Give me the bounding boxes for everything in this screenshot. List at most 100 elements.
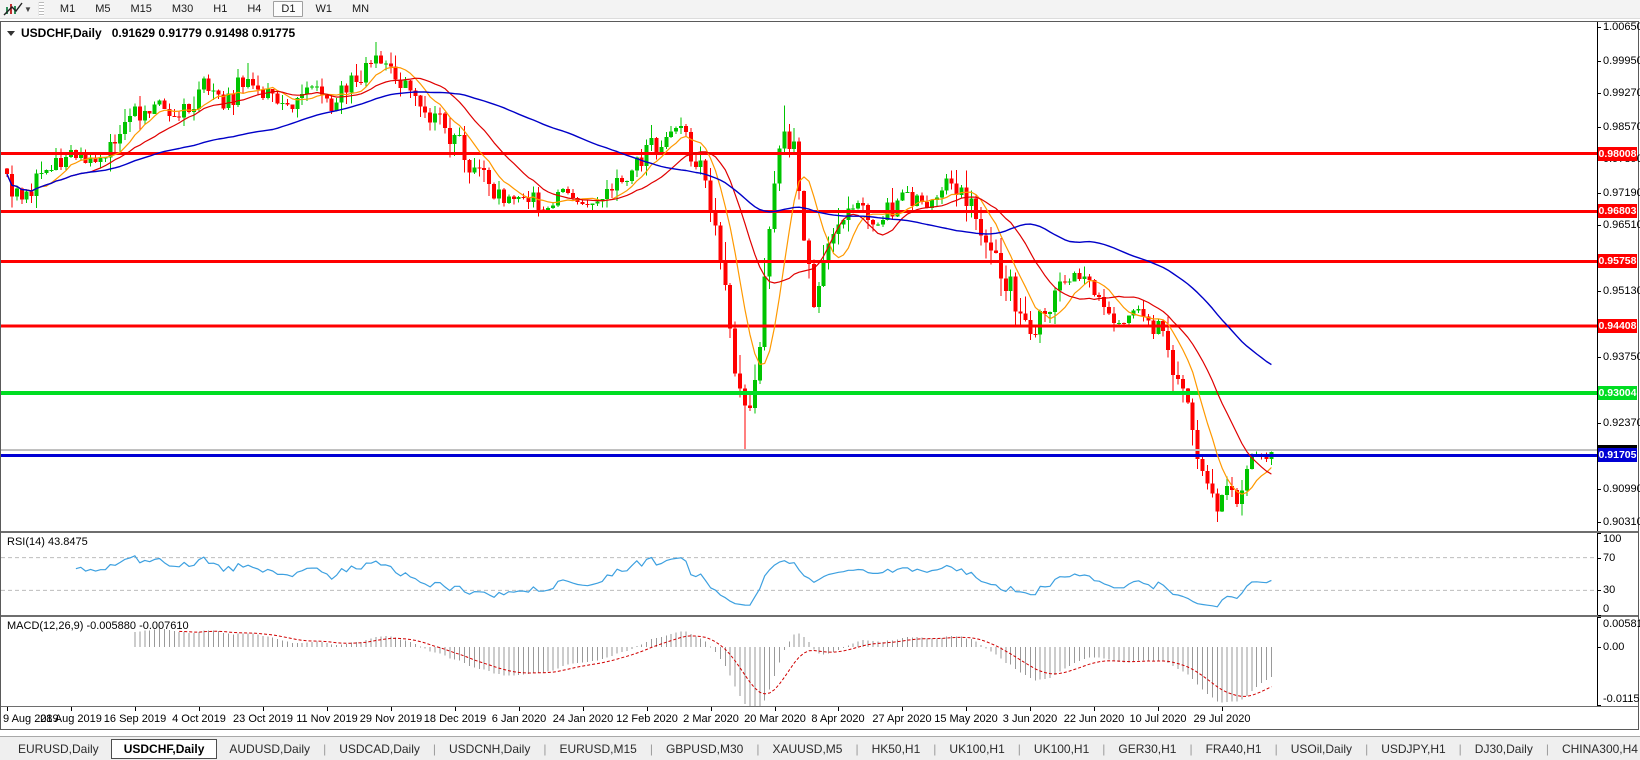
time-axis-label: 20 Mar 2020 xyxy=(744,713,806,725)
timeframe-button-m15[interactable]: M15 xyxy=(122,1,159,17)
time-axis-label: 22 Jun 2020 xyxy=(1063,713,1125,725)
macd-axis: 0.005818 0.00 -0.011514 xyxy=(1597,617,1640,706)
time-tick-mark xyxy=(1222,707,1223,711)
rsi-label: RSI(14) 43.8475 xyxy=(7,536,88,548)
price-tick-mark xyxy=(1598,291,1601,292)
price-tick-label: 0.95130 xyxy=(1603,285,1640,297)
price-line-badge: 0.94408 xyxy=(1598,319,1637,333)
chart-tab-uk100-h1[interactable]: UK100,H1 xyxy=(1022,739,1101,759)
price-line-badge: 0.98008 xyxy=(1598,147,1637,161)
chart-tab-eurusd-daily[interactable]: EURUSD,Daily xyxy=(6,739,111,759)
rsi-tick-label: 70 xyxy=(1603,552,1616,564)
time-tick-mark xyxy=(135,707,136,711)
chart-tab-gbpusd-m30[interactable]: GBPUSD,M30 xyxy=(654,739,755,759)
chart-tab-fra40-h1[interactable]: FRA40,H1 xyxy=(1194,739,1274,759)
time-tick-mark xyxy=(1030,707,1031,711)
time-axis-label: 24 Jan 2020 xyxy=(552,713,614,725)
time-axis-label: 29 Nov 2019 xyxy=(359,713,423,725)
chart-tab-audusd-daily[interactable]: AUDUSD,Daily xyxy=(217,739,322,759)
time-tick-mark xyxy=(519,707,520,711)
chart-tab-usdcad-daily[interactable]: USDCAD,Daily xyxy=(327,739,432,759)
price-tick-label: 0.98570 xyxy=(1603,121,1640,133)
rsi-tick-mark xyxy=(1598,590,1601,591)
chart-tab-china300-h4[interactable]: CHINA300,H4 xyxy=(1550,739,1640,759)
time-axis-label: 4 Oct 2019 xyxy=(172,713,226,725)
chart-tab-usdchf-daily[interactable]: USDCHF,Daily xyxy=(110,739,218,759)
time-axis-corner xyxy=(1597,707,1636,729)
chart-tab-usdcnh-daily[interactable]: USDCNH,Daily xyxy=(437,739,542,759)
price-tick-mark xyxy=(1598,27,1601,28)
time-tick-mark xyxy=(1158,707,1159,711)
timeframe-button-m1[interactable]: M1 xyxy=(52,1,83,17)
time-axis-label: 6 Jan 2020 xyxy=(491,713,547,725)
time-axis-label: 16 Sep 2019 xyxy=(103,713,167,725)
chart-tab-xauusd-m5[interactable]: XAUUSD,M5 xyxy=(760,739,854,759)
chart-tab-ger30-h1[interactable]: GER30,H1 xyxy=(1106,739,1188,759)
price-tick-label: 0.90310 xyxy=(1603,516,1640,528)
time-axis-label: 2 Mar 2020 xyxy=(683,713,739,725)
chart-tab-usoil-daily[interactable]: USOil,Daily xyxy=(1279,739,1364,759)
chart-tool-dropdown-icon[interactable]: ▼ xyxy=(24,5,32,14)
macd-panel[interactable]: MACD(12,26,9) -0.005880 -0.007610 xyxy=(1,617,1597,706)
chart-tab-eurusd-m15[interactable]: EURUSD,M15 xyxy=(547,739,648,759)
price-tick-label: 0.96510 xyxy=(1603,219,1640,231)
time-tick-mark xyxy=(71,707,72,711)
timeframe-button-h4[interactable]: H4 xyxy=(239,1,269,17)
chart-ohlc-values: 0.91629 0.91779 0.91498 0.91775 xyxy=(111,26,296,40)
chart-tab-uk100-h1[interactable]: UK100,H1 xyxy=(937,739,1016,759)
time-axis-label: 11 Nov 2019 xyxy=(296,713,358,725)
macd-tick-label: 0.005818 xyxy=(1603,618,1640,630)
time-axis-label: 23 Oct 2019 xyxy=(233,713,293,725)
macd-tick-mark xyxy=(1598,705,1601,706)
timeframe-button-m30[interactable]: M30 xyxy=(164,1,201,17)
timeframe-button-mn[interactable]: MN xyxy=(344,1,377,17)
timeframe-button-w1[interactable]: W1 xyxy=(307,1,340,17)
price-tick-mark xyxy=(1598,357,1601,358)
time-axis-label: 29 Jul 2020 xyxy=(1193,713,1251,725)
chart-tab-usdjpy-h1[interactable]: USDJPY,H1 xyxy=(1369,739,1457,759)
time-axis-label: 10 Jul 2020 xyxy=(1129,713,1187,725)
time-tick-mark xyxy=(1094,707,1095,711)
time-tick-mark xyxy=(583,707,584,711)
rsi-tick-label: 0 xyxy=(1603,603,1610,615)
rsi-axis: 100 70 30 0 xyxy=(1597,533,1637,616)
chart-cursor-icon[interactable] xyxy=(3,2,23,16)
chart-tab-hk50-h1[interactable]: HK50,H1 xyxy=(860,739,933,759)
time-axis-label: 12 Feb 2020 xyxy=(616,713,678,725)
chart-tab-dj30-daily[interactable]: DJ30,Daily xyxy=(1463,739,1545,759)
time-tick-mark xyxy=(7,707,8,711)
time-axis-label: 8 Apr 2020 xyxy=(811,713,865,725)
rsi-tick-mark xyxy=(1598,558,1601,559)
top-toolbar: ▼ M1 M5 M15 M30 H1 H4 D1 W1 MN xyxy=(0,0,1640,19)
macd-tick-mark xyxy=(1598,617,1601,618)
main-chart-panel[interactable]: USDCHF,Daily 0.91629 0.91779 0.91498 0.9… xyxy=(1,22,1597,531)
chart-symbol-period: USDCHF,Daily xyxy=(21,26,102,40)
timeframe-button-d1[interactable]: D1 xyxy=(273,1,304,17)
chart-title-dropdown-icon[interactable] xyxy=(7,30,15,36)
macd-canvas[interactable] xyxy=(1,617,1597,706)
price-tick-label: 0.99270 xyxy=(1603,87,1640,99)
price-tick-mark xyxy=(1598,423,1601,424)
time-axis-label: 27 Apr 2020 xyxy=(872,713,932,725)
time-tick-mark xyxy=(838,707,839,711)
rsi-canvas[interactable] xyxy=(1,533,1597,615)
price-tick-mark xyxy=(1598,522,1601,523)
price-tick-label: 0.90990 xyxy=(1603,483,1640,495)
time-tick-mark xyxy=(199,707,200,711)
time-tick-mark xyxy=(327,707,328,711)
rsi-panel[interactable]: RSI(14) 43.8475 xyxy=(1,533,1597,615)
price-line-badge: 0.91705 xyxy=(1598,448,1637,462)
price-tick-mark xyxy=(1598,93,1601,94)
price-tick-label: 0.92370 xyxy=(1603,417,1640,429)
time-axis: 9 Aug 2019 28 Aug 2019 16 Sep 2019 4 Oct 20… xyxy=(1,707,1597,729)
time-tick-mark xyxy=(455,707,456,711)
timeframe-button-h1[interactable]: H1 xyxy=(205,1,235,17)
time-tick-mark xyxy=(902,707,903,711)
chart-tab-bar: EURUSD,Daily USDCHF,Daily AUDUSD,Daily | USD… xyxy=(0,736,1640,760)
candlestick-canvas[interactable] xyxy=(1,22,1597,531)
price-tick-label: 0.97190 xyxy=(1603,187,1640,199)
macd-label: MACD(12,26,9) -0.005880 -0.007610 xyxy=(7,620,189,632)
timeframe-button-m5[interactable]: M5 xyxy=(87,1,118,17)
toolbar-grip[interactable] xyxy=(37,2,44,16)
time-axis-label: 18 Dec 2019 xyxy=(423,713,487,725)
